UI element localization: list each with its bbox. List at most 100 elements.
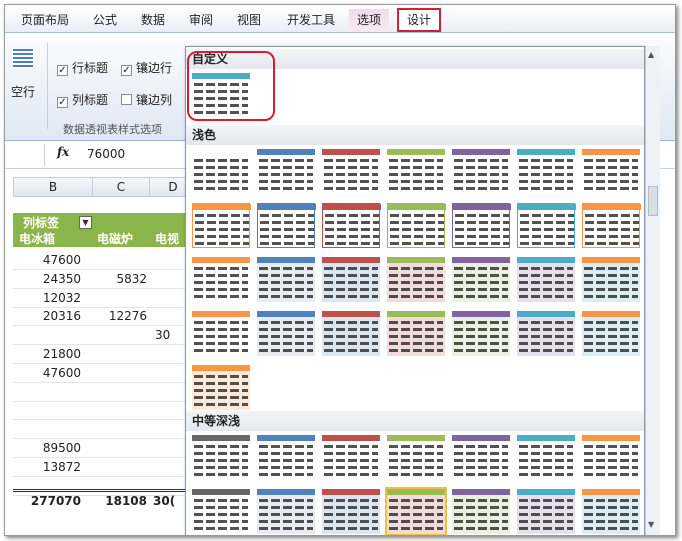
style-thumbnail[interactable] bbox=[452, 203, 511, 248]
table-cell[interactable]: 47600 bbox=[13, 364, 81, 383]
table-cell[interactable] bbox=[83, 439, 147, 458]
banded-rows-checkbox[interactable]: ✓ 镶边行 bbox=[121, 59, 172, 76]
style-thumbnail[interactable] bbox=[517, 435, 575, 480]
table-cell[interactable]: 12276 bbox=[83, 307, 147, 326]
table-cell[interactable] bbox=[83, 364, 147, 383]
style-thumbnail[interactable] bbox=[192, 311, 250, 356]
style-thumbnail[interactable] bbox=[517, 311, 575, 356]
table-cell[interactable] bbox=[13, 420, 81, 439]
table-cell[interactable]: 5832 bbox=[83, 270, 147, 289]
style-thumbnail[interactable] bbox=[582, 311, 640, 356]
style-thumbnail[interactable] bbox=[517, 257, 575, 302]
table-cell[interactable]: 24350 bbox=[13, 270, 81, 289]
blank-rows-icon bbox=[13, 49, 33, 69]
filter-dropdown-icon[interactable]: ▼ bbox=[79, 216, 92, 229]
style-thumbnail[interactable] bbox=[387, 435, 445, 480]
style-thumbnail[interactable] bbox=[192, 489, 250, 534]
fx-icon[interactable]: fx bbox=[57, 145, 69, 159]
style-thumbnail[interactable] bbox=[257, 489, 315, 534]
table-cell[interactable]: 47600 bbox=[13, 251, 81, 270]
style-thumbnail[interactable] bbox=[385, 487, 447, 535]
tab-page-layout[interactable]: 页面布局 bbox=[13, 9, 77, 31]
style-thumbnail[interactable] bbox=[322, 311, 380, 356]
banded-columns-checkbox[interactable]: 镶边列 bbox=[121, 91, 172, 108]
excel-window: 页面布局 公式 数据 审阅 视图 开发工具 选项 设计 空行 ✓ 行标题 ✓ 镶边行… bbox=[4, 4, 676, 536]
column-header-c[interactable]: C bbox=[92, 177, 150, 197]
scroll-thumb[interactable] bbox=[648, 186, 658, 216]
style-thumbnail[interactable] bbox=[322, 257, 380, 302]
table-row: 30 bbox=[13, 326, 197, 346]
style-thumbnail[interactable] bbox=[387, 311, 445, 356]
style-thumbnail[interactable] bbox=[517, 203, 576, 248]
table-cell[interactable]: 13872 bbox=[13, 458, 81, 477]
table-cell[interactable]: 21800 bbox=[13, 345, 81, 364]
style-thumbnail[interactable] bbox=[582, 489, 640, 534]
checkbox-label: 行标题 bbox=[72, 61, 109, 75]
formula-input[interactable]: 76000 bbox=[87, 147, 125, 161]
table-cell[interactable]: 20316 bbox=[13, 307, 81, 326]
style-thumbnail[interactable] bbox=[322, 489, 380, 534]
table-row: 24350 5832 bbox=[13, 270, 197, 289]
column-headers-checkbox[interactable]: ✓ 列标题 bbox=[57, 91, 108, 108]
style-thumbnail[interactable] bbox=[257, 311, 315, 356]
style-thumbnail[interactable] bbox=[322, 149, 380, 194]
table-cell[interactable]: 12032 bbox=[13, 289, 81, 308]
blank-rows-button[interactable]: 空行 bbox=[11, 83, 35, 100]
style-thumbnail[interactable] bbox=[322, 435, 380, 480]
total-cell[interactable]: 277070 bbox=[13, 492, 81, 511]
table-cell[interactable] bbox=[13, 326, 81, 345]
style-thumbnail[interactable] bbox=[257, 435, 315, 480]
style-thumbnail[interactable] bbox=[452, 489, 510, 534]
tab-formulas[interactable]: 公式 bbox=[85, 9, 125, 31]
column-header-b[interactable]: B bbox=[13, 177, 93, 197]
style-thumbnail[interactable] bbox=[257, 257, 315, 302]
checkbox-label: 镶边行 bbox=[136, 61, 173, 75]
style-thumbnail[interactable] bbox=[582, 257, 640, 302]
table-row: 13872 bbox=[13, 458, 197, 477]
table-cell[interactable] bbox=[83, 345, 147, 364]
tab-options[interactable]: 选项 bbox=[349, 9, 390, 31]
style-thumbnail[interactable] bbox=[322, 203, 381, 248]
table-cell[interactable]: 89500 bbox=[13, 439, 81, 458]
table-cell[interactable] bbox=[83, 458, 147, 477]
total-cell[interactable]: 18108 bbox=[83, 492, 147, 511]
style-thumbnail[interactable] bbox=[517, 149, 575, 194]
style-thumbnail[interactable] bbox=[192, 203, 251, 248]
tab-data[interactable]: 数据 bbox=[133, 9, 173, 31]
style-thumbnail[interactable] bbox=[257, 149, 315, 194]
tab-view[interactable]: 视图 bbox=[229, 9, 269, 31]
style-thumbnail[interactable] bbox=[387, 149, 445, 194]
tab-review[interactable]: 审阅 bbox=[181, 9, 221, 31]
style-thumbnail[interactable] bbox=[192, 435, 250, 480]
style-thumbnail[interactable] bbox=[582, 203, 641, 248]
scroll-down-icon[interactable]: ▼ bbox=[648, 520, 654, 529]
table-cell[interactable] bbox=[83, 251, 147, 270]
style-thumbnail[interactable] bbox=[192, 257, 250, 302]
style-thumbnail[interactable] bbox=[452, 149, 510, 194]
style-thumbnail[interactable] bbox=[452, 435, 510, 480]
table-cell[interactable] bbox=[83, 401, 147, 420]
style-thumbnail[interactable] bbox=[582, 435, 640, 480]
style-thumbnail[interactable] bbox=[452, 311, 510, 356]
scroll-up-icon[interactable]: ▲ bbox=[648, 50, 654, 59]
table-cell[interactable] bbox=[13, 401, 81, 420]
style-thumbnail[interactable] bbox=[192, 149, 250, 194]
tab-developer[interactable]: 开发工具 bbox=[279, 9, 343, 31]
style-thumbnail[interactable] bbox=[192, 365, 250, 410]
style-thumbnail[interactable] bbox=[387, 257, 445, 302]
gallery-scrollbar[interactable]: ▲ ▼ bbox=[645, 46, 660, 535]
table-cell[interactable] bbox=[83, 383, 147, 402]
table-cell[interactable] bbox=[83, 326, 147, 345]
table-cell[interactable] bbox=[83, 289, 147, 308]
style-thumbnail[interactable] bbox=[582, 149, 640, 194]
row-headers-checkbox[interactable]: ✓ 行标题 bbox=[57, 59, 108, 76]
style-thumbnail[interactable] bbox=[387, 203, 446, 248]
tab-design[interactable]: 设计 bbox=[397, 8, 442, 32]
style-thumbnail[interactable] bbox=[257, 203, 316, 248]
group-label: 数据透视表样式选项 bbox=[63, 123, 162, 136]
style-thumbnail[interactable] bbox=[452, 257, 510, 302]
table-cell[interactable] bbox=[13, 383, 81, 402]
name-box[interactable] bbox=[5, 144, 45, 166]
style-thumbnail[interactable] bbox=[517, 489, 575, 534]
table-cell[interactable] bbox=[83, 420, 147, 439]
